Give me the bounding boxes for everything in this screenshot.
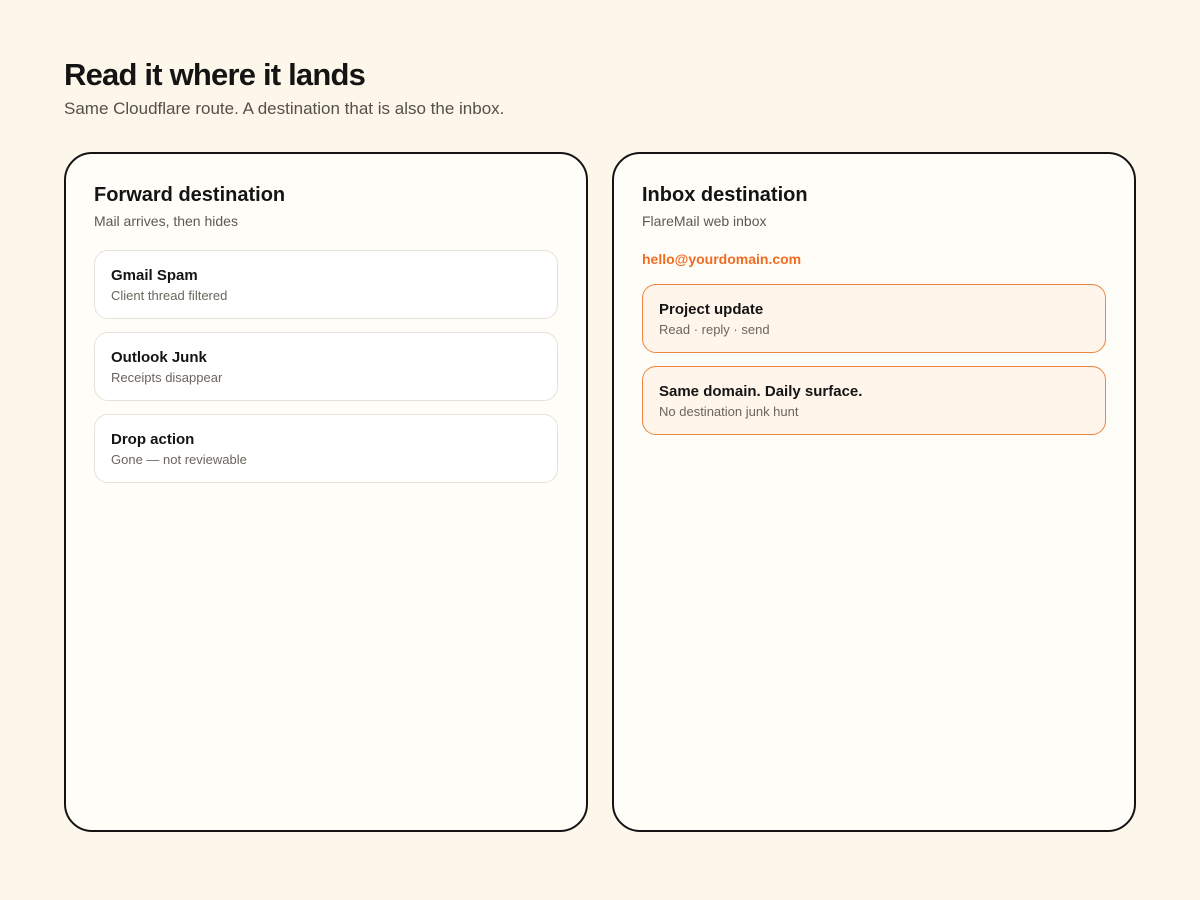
inbox-card-same-domain[interactable]: Same domain. Daily surface. No destinati… xyxy=(642,366,1106,435)
page-subtitle: Same Cloudflare route. A destination tha… xyxy=(64,99,505,118)
card-subtitle: Client thread filtered xyxy=(111,288,228,303)
comparison-columns: Forward destination Mail arrives, then h… xyxy=(64,152,1136,832)
page-title: Read it where it lands xyxy=(64,57,366,92)
inbox-destination-panel: Inbox destination FlareMail web inbox he… xyxy=(612,152,1136,832)
forward-panel-title: Forward destination xyxy=(94,184,286,206)
card-subtitle: Receipts disappear xyxy=(111,370,223,385)
inbox-address: hello@yourdomain.com xyxy=(642,251,802,267)
inbox-panel-title: Inbox destination xyxy=(642,184,808,206)
forward-card-gmail-spam: Gmail Spam Client thread filtered xyxy=(94,250,558,319)
card-title: Project update xyxy=(659,301,764,318)
forward-panel-subtitle: Mail arrives, then hides xyxy=(94,213,238,229)
forward-card-outlook-junk: Outlook Junk Receipts disappear xyxy=(94,332,558,401)
inbox-card-project-update[interactable]: Project update Read · reply · send xyxy=(642,284,1106,353)
card-title: Gmail Spam xyxy=(111,267,198,284)
inbox-panel-subtitle: FlareMail web inbox xyxy=(642,213,767,229)
page: Read it where it lands Same Cloudflare r… xyxy=(64,56,1136,832)
card-title: Outlook Junk xyxy=(111,349,207,366)
card-subtitle: Read · reply · send xyxy=(659,322,770,337)
card-subtitle: No destination junk hunt xyxy=(659,404,799,419)
card-title: Same domain. Daily surface. xyxy=(659,383,863,400)
forward-card-drop-action: Drop action Gone — not reviewable xyxy=(94,414,558,483)
forward-card-list: Gmail Spam Client thread filtered Outloo… xyxy=(94,250,558,483)
card-title: Drop action xyxy=(111,431,195,448)
forward-destination-panel: Forward destination Mail arrives, then h… xyxy=(64,152,588,832)
inbox-card-list: Project update Read · reply · send Same … xyxy=(642,284,1106,435)
card-subtitle: Gone — not reviewable xyxy=(111,452,247,467)
